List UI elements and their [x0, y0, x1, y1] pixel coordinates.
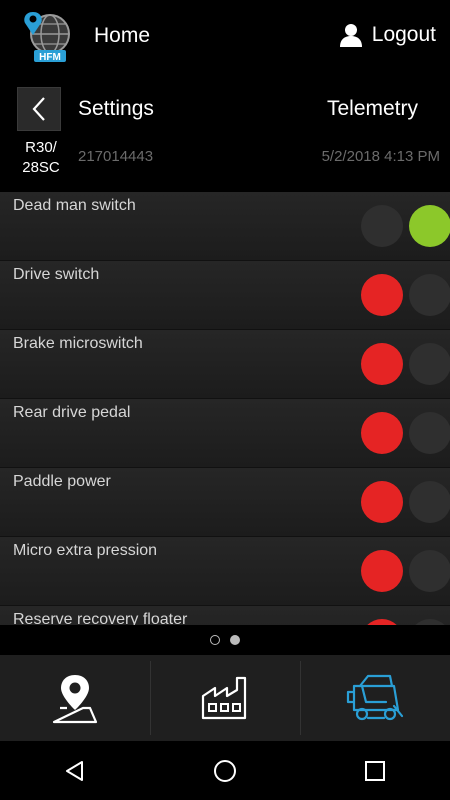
sub-header: Settings Telemetry R30/ 28SC 217014443 5… [0, 78, 450, 192]
machine-model: R30/ 28SC [22, 139, 60, 176]
logo-text: HFM [39, 52, 61, 63]
system-navigation-bar [0, 741, 450, 800]
status-led-left [361, 205, 403, 247]
page-indicator [0, 625, 450, 655]
map-pin-icon [52, 675, 98, 724]
android-back-button[interactable] [45, 741, 105, 800]
switch-row: Dead man switch [0, 192, 450, 261]
back-button[interactable] [17, 87, 61, 131]
serial-number: 217014443 [78, 148, 154, 165]
chevron-left-icon [32, 97, 45, 121]
top-bar: HFM Home Logout [0, 0, 450, 78]
timestamp: 5/2/2018 4:13 PM [321, 148, 440, 165]
switch-label: Paddle power [13, 473, 111, 490]
status-led-left [361, 343, 403, 385]
switch-row: Rear drive pedal [0, 399, 450, 468]
switch-row: Reserve recovery floater [0, 606, 450, 625]
switch-status-list[interactable]: Dead man switch Drive switch Brake microsw… [0, 192, 450, 625]
status-led-left [361, 274, 403, 316]
switch-label: Micro extra pression [13, 542, 158, 559]
switch-label: Dead man switch [13, 197, 136, 214]
status-led-right [409, 274, 450, 316]
switch-label: Drive switch [13, 266, 100, 283]
switch-row: Drive switch [0, 261, 450, 330]
logout-button[interactable]: Logout [338, 22, 436, 48]
scrubber-machine-icon [346, 674, 404, 721]
android-recents-button[interactable] [345, 741, 405, 800]
home-link[interactable]: Home [94, 24, 150, 48]
back-icon [66, 760, 83, 781]
status-led-right [409, 481, 450, 523]
page-dot-1[interactable] [210, 635, 220, 645]
status-led-left [361, 481, 403, 523]
switch-label: Reserve recovery floater [13, 611, 188, 625]
switch-row: Micro extra pression [0, 537, 450, 606]
home-icon [214, 759, 236, 782]
status-led-right [409, 343, 450, 385]
android-home-button[interactable] [195, 741, 255, 800]
tab-machine[interactable] [300, 655, 450, 741]
user-icon [339, 24, 362, 47]
status-led-left [361, 412, 403, 454]
logout-label: Logout [371, 23, 436, 46]
page-dot-2[interactable] [230, 635, 240, 645]
status-led-left [361, 550, 403, 592]
status-led-right [409, 412, 450, 454]
switch-label: Brake microswitch [13, 335, 143, 352]
status-led-right [409, 205, 450, 247]
settings-title: Settings [78, 97, 154, 120]
switch-label: Rear drive pedal [13, 404, 131, 421]
telemetry-title: Telemetry [326, 97, 418, 120]
hfm-logo[interactable]: HFM [20, 10, 74, 64]
factory-icon [201, 676, 247, 720]
bottom-tab-bar [0, 655, 450, 741]
switch-row: Paddle power [0, 468, 450, 537]
tab-map[interactable] [0, 655, 150, 741]
status-led-right [409, 550, 450, 592]
recents-icon [365, 760, 385, 781]
tab-factory[interactable] [150, 655, 300, 741]
switch-row: Brake microswitch [0, 330, 450, 399]
